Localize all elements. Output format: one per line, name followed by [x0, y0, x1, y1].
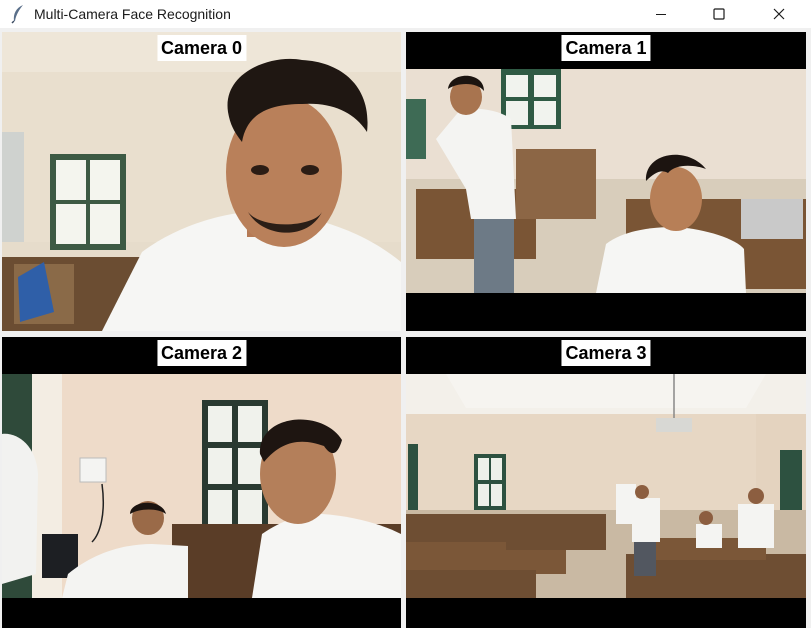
title-bar[interactable]: Multi-Camera Face Recognition: [0, 0, 811, 28]
minimize-button[interactable]: [638, 0, 684, 28]
camera-feed-1: [406, 69, 806, 293]
camera-panel-1: Camera 1: [406, 32, 806, 331]
close-icon: [773, 8, 785, 20]
camera-panel-2: Camera 2: [2, 337, 401, 628]
feather-icon: [10, 4, 26, 24]
window-title: Multi-Camera Face Recognition: [34, 6, 231, 22]
camera-label-2: Camera 2: [156, 340, 247, 366]
maximize-button[interactable]: [696, 0, 742, 28]
camera-label-1: Camera 1: [561, 35, 651, 61]
camera-label-3: Camera 3: [561, 340, 651, 366]
minimize-icon: [655, 8, 667, 20]
camera-panel-0: Camera 0: [2, 32, 401, 331]
camera-label-0: Camera 0: [156, 35, 247, 61]
close-button[interactable]: [756, 0, 802, 28]
camera-panel-3: Camera 3: [406, 337, 806, 628]
camera-feed-0: [2, 32, 401, 331]
maximize-icon: [713, 8, 725, 20]
camera-feed-2: [2, 374, 401, 598]
camera-grid: Camera 0 Camera 1 Camera 2 Camera 3: [0, 28, 811, 628]
camera-feed-3: [406, 374, 806, 598]
